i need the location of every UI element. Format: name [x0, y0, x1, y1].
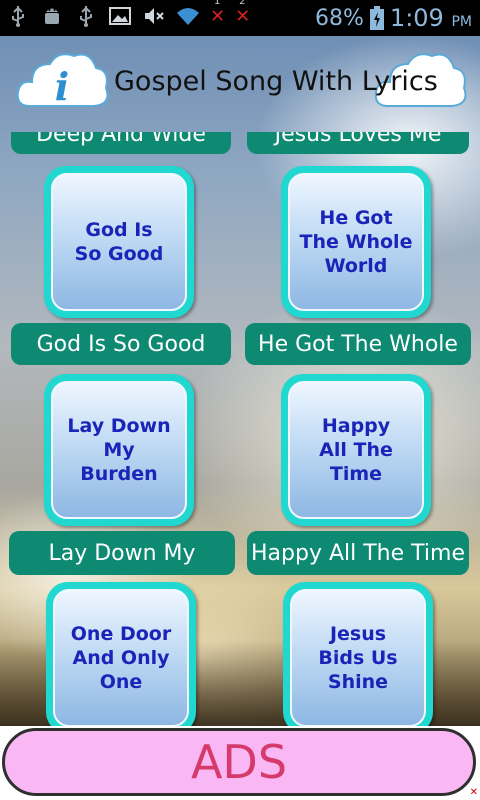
song-tile-one-door-and-only-one[interactable]: One Door And Only One	[46, 582, 196, 726]
battery-percent: 68%	[315, 5, 364, 31]
song-label-happy-all-the-time[interactable]: Happy All The Time	[247, 531, 469, 575]
tile-face: He Got The Whole World	[288, 173, 424, 311]
song-tile-lay-down-my-burden[interactable]: Lay Down My Burden	[44, 374, 194, 526]
tile-face: Lay Down My Burden	[51, 381, 187, 519]
tile-face: One Door And Only One	[53, 589, 189, 726]
song-tile-he-got-the-whole-world[interactable]: He Got The Whole World	[281, 166, 431, 318]
status-bar: ✕ 1 ✕ 2 68% 1:09 PM	[0, 0, 480, 36]
song-label-deep-and-wide[interactable]: Deep And Wide	[11, 132, 231, 154]
tile-face: God Is So Good	[51, 173, 187, 311]
image-icon	[109, 7, 131, 25]
wifi-icon	[177, 8, 199, 25]
tile-title: One Door And Only One	[70, 623, 172, 693]
song-label-lay-down-my[interactable]: Lay Down My	[9, 531, 235, 575]
clock-ampm: PM	[451, 14, 472, 30]
song-label-god-is-so-good[interactable]: God Is So Good	[11, 323, 231, 365]
clock-time: 1:09	[389, 4, 444, 32]
clock: 1:09 PM	[390, 4, 472, 32]
song-tile-happy-all-the-time[interactable]: Happy All The Time	[281, 374, 431, 526]
usb-icon	[80, 6, 92, 27]
battery-icon	[369, 6, 384, 30]
info-glyph: i	[55, 64, 69, 109]
app-title: Gospel Song With Lyrics	[114, 66, 438, 97]
song-label-jesus-loves-me[interactable]: Jesus Loves Me	[247, 132, 469, 154]
usb-icon	[12, 6, 24, 27]
song-tile-jesus-bids-us-shine[interactable]: Jesus Bids Us Shine	[283, 582, 433, 726]
close-ad-icon[interactable]: ✕	[470, 787, 478, 798]
tile-title: He Got The Whole World	[299, 207, 413, 277]
ads-button[interactable]: ADS	[2, 728, 476, 796]
ads-bar: ADS ✕	[0, 726, 480, 800]
signal-off-icon: ✕ 1	[210, 0, 226, 27]
tile-face: Happy All The Time	[288, 381, 424, 519]
tile-title: Jesus Bids Us Shine	[318, 623, 398, 693]
tile-title: Happy All The Time	[319, 415, 393, 485]
song-grid[interactable]: Deep And Wide Jesus Loves Me God Is So G…	[0, 132, 480, 726]
tile-face: Jesus Bids Us Shine	[290, 589, 426, 726]
song-tile-god-is-so-good[interactable]: God Is So Good	[44, 166, 194, 318]
android-debug-icon	[45, 8, 59, 24]
mute-icon	[145, 8, 164, 24]
signal-off-icon: ✕ 2	[235, 0, 251, 27]
tile-title: Lay Down My Burden	[67, 415, 171, 485]
info-cloud-icon[interactable]: i	[14, 44, 110, 120]
app-header: i Gospel Song With Lyrics	[0, 36, 480, 132]
song-label-he-got-the-whole[interactable]: He Got The Whole	[245, 323, 471, 365]
tile-title: God Is So Good	[74, 219, 164, 265]
